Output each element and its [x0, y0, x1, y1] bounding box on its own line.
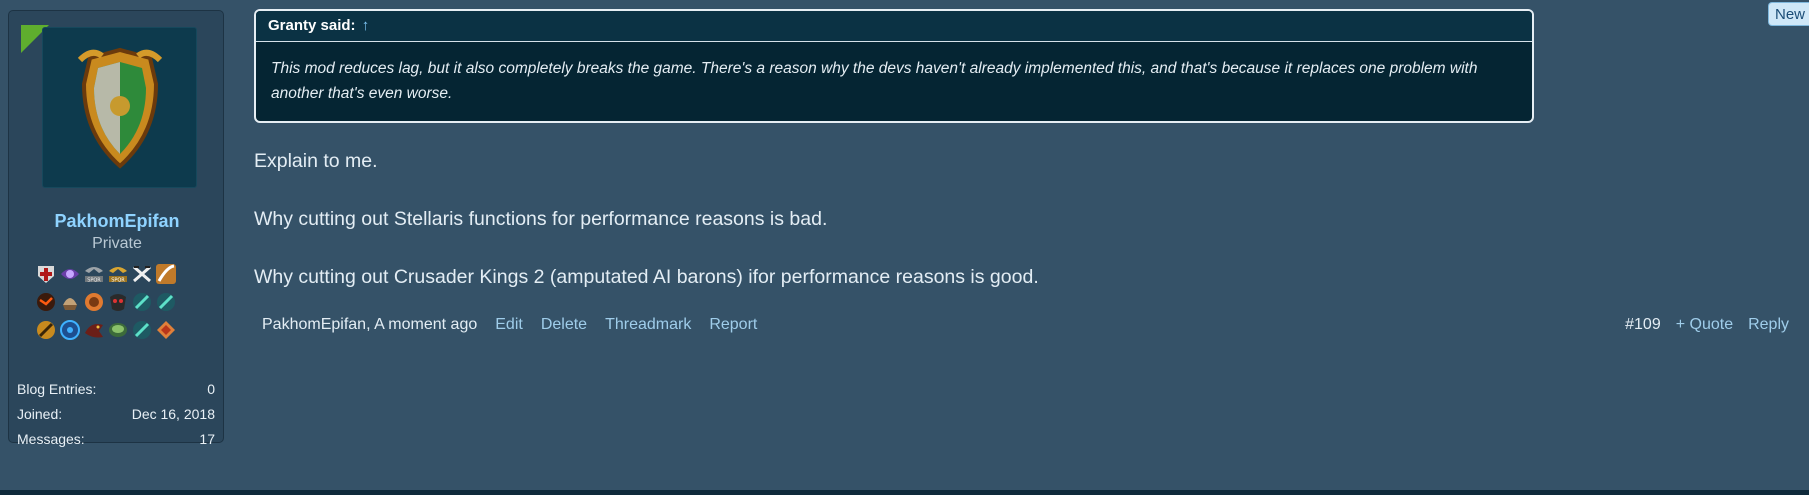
spqr-gold-eagle-icon[interactable]: SPQR	[107, 263, 129, 285]
sabre-icon[interactable]	[155, 263, 177, 285]
avatar[interactable]	[42, 27, 197, 188]
delete-link[interactable]: Delete	[541, 316, 587, 334]
svg-text:SPQR: SPQR	[111, 278, 125, 284]
bottom-divider	[0, 490, 1809, 495]
report-link[interactable]: Report	[709, 316, 757, 334]
trophy-list: SPQR SPQR	[35, 263, 205, 341]
lava-rock-icon[interactable]	[35, 291, 57, 313]
quote-button[interactable]: + Quote	[1676, 316, 1733, 334]
dark-mask-icon[interactable]	[107, 291, 129, 313]
stat-blog-entries: Blog Entries: 0	[17, 377, 215, 402]
stat-label: Blog Entries:	[17, 381, 97, 397]
quote-author[interactable]: Granty said:	[268, 17, 356, 34]
quote-header: Granty said: ↑	[256, 11, 1532, 42]
post-number-link[interactable]: #109	[1625, 316, 1661, 334]
templar-cross-icon[interactable]	[35, 263, 57, 285]
jump-to-quote-icon[interactable]: ↑	[362, 17, 370, 34]
svg-text:SPQR: SPQR	[87, 278, 101, 284]
quote-block: Granty said: ↑ This mod reduces lag, but…	[254, 9, 1534, 123]
stat-value: 17	[199, 431, 215, 447]
horn-helmet-icon[interactable]	[59, 291, 81, 313]
edit-link[interactable]: Edit	[495, 316, 523, 334]
heraldic-shield-icon	[77, 47, 162, 169]
green-disc-icon[interactable]	[107, 319, 129, 341]
message-line: Why cutting out Crusader Kings 2 (amputa…	[254, 266, 1039, 288]
stat-value: Dec 16, 2018	[131, 406, 215, 422]
green-blade-icon[interactable]	[131, 291, 153, 313]
user-title: Private	[92, 235, 142, 252]
message-actions: PakhomEpifan, A moment ago Edit Delete T…	[262, 316, 757, 334]
orange-diamond-icon[interactable]	[155, 319, 177, 341]
user-info-panel: PakhomEpifan Private SPQR SPQR Blog Entr…	[8, 10, 225, 447]
purple-eye-icon[interactable]	[59, 263, 81, 285]
author-timestamp-link[interactable]: PakhomEpifan, A moment ago	[262, 316, 477, 334]
message-right-actions: #109 + Quote Reply	[1625, 316, 1789, 334]
fire-orb-icon[interactable]	[83, 291, 105, 313]
threadmark-link[interactable]: Threadmark	[605, 316, 691, 334]
user-stats: Blog Entries: 0 Joined: Dec 16, 2018 Mes…	[17, 377, 215, 452]
stat-value: 0	[207, 381, 215, 397]
golden-sword-icon[interactable]	[35, 319, 57, 341]
green-blade-icon[interactable]	[131, 319, 153, 341]
stat-label: Messages:	[17, 431, 85, 447]
stat-joined: Joined: Dec 16, 2018	[17, 402, 215, 427]
green-blade-icon[interactable]	[155, 291, 177, 313]
message-line: Explain to me.	[254, 150, 378, 172]
new-badge[interactable]: New	[1768, 2, 1809, 26]
username-link[interactable]: PakhomEpifan	[9, 211, 225, 232]
crossed-swords-icon[interactable]	[131, 263, 153, 285]
dragon-icon[interactable]	[83, 319, 105, 341]
blue-gear-icon[interactable]	[59, 319, 81, 341]
stat-label: Joined:	[17, 406, 63, 422]
quote-text: This mod reduces lag, but it also comple…	[271, 60, 1478, 102]
stat-messages: Messages: 17	[17, 427, 215, 452]
spqr-eagle-icon[interactable]: SPQR	[83, 263, 105, 285]
reply-button[interactable]: Reply	[1748, 316, 1789, 334]
message-line: Why cutting out Stellaris functions for …	[254, 208, 828, 230]
